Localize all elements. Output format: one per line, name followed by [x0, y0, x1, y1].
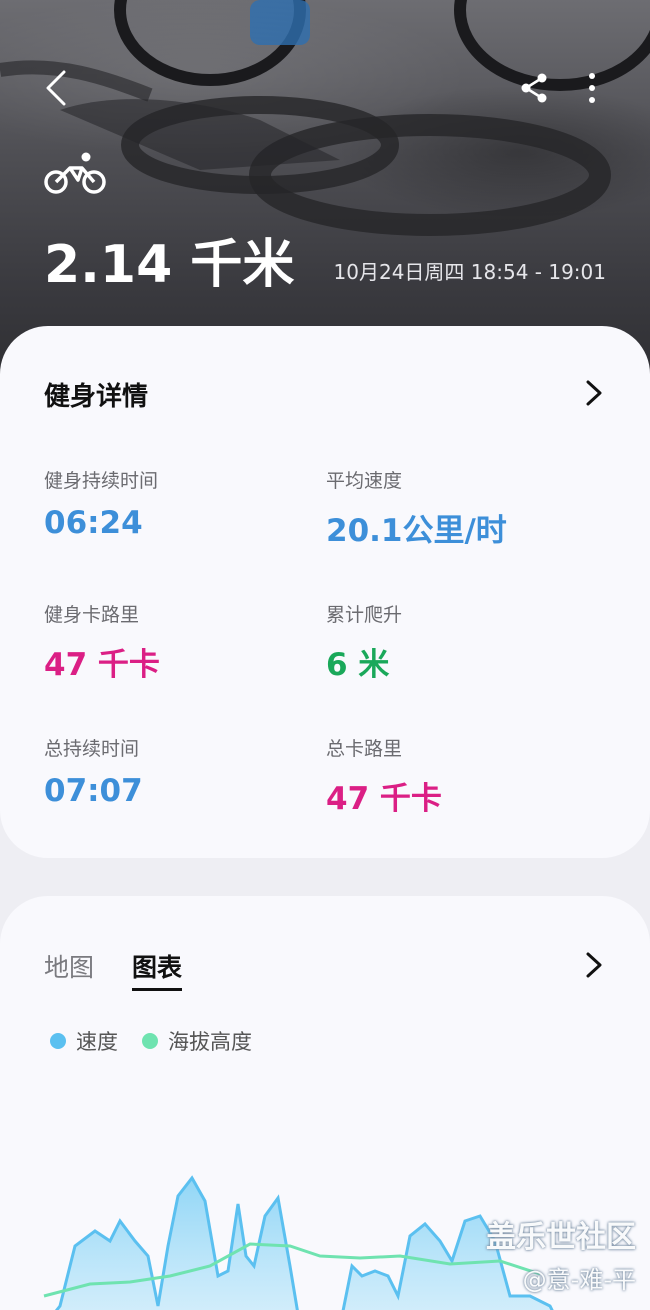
chart-legend: 速度 海拔高度 — [50, 1026, 252, 1056]
stat-elevation-gain: 累计爬升 6 米 — [326, 600, 402, 684]
details-expand-button[interactable] — [582, 378, 606, 408]
stat-label: 平均速度 — [326, 470, 403, 492]
share-button[interactable] — [512, 66, 556, 110]
stat-value: 07:07 — [44, 773, 143, 809]
tab-chart[interactable]: 图表 — [132, 948, 183, 991]
cycling-icon — [44, 152, 106, 194]
more-options-button[interactable] — [576, 66, 608, 110]
stat-label: 健身卡路里 — [44, 604, 140, 626]
stat-value: 47 千卡 — [44, 647, 160, 683]
details-title: 健身详情 — [44, 382, 149, 412]
chart-expand-button[interactable] — [582, 950, 606, 980]
more-icon — [589, 73, 595, 103]
watermark-brand: 盖乐世社区 — [486, 1220, 636, 1255]
back-icon — [46, 70, 66, 106]
stat-label: 总卡路里 — [326, 738, 403, 760]
share-icon — [521, 73, 547, 103]
stat-value: 06:24 — [44, 505, 143, 541]
view-tabs: 地图 图表 — [44, 948, 183, 991]
stat-label: 健身持续时间 — [44, 470, 159, 492]
stat-workout-calories: 健身卡路里 47 千卡 — [44, 600, 160, 684]
speed-area — [54, 1175, 554, 1310]
workout-date-range: 10月24日周四 18:54 - 19:01 — [333, 260, 606, 284]
legend-altitude: 海拔高度 — [168, 1030, 252, 1054]
altitude-legend-dot — [142, 1033, 158, 1049]
hero-banner: 2.14 千米 10月24日周四 18:54 - 19:01 — [0, 0, 650, 380]
back-button[interactable] — [36, 62, 76, 114]
stat-label: 累计爬升 — [326, 604, 403, 626]
tab-map[interactable]: 地图 — [44, 948, 94, 991]
workout-details-card: 健身详情 健身持续时间 06:24 平均速度 20.1公里/时 健身卡路里 47… — [0, 326, 650, 858]
stat-total-duration: 总持续时间 07:07 — [44, 734, 143, 809]
stat-value: 47 千卡 — [326, 781, 442, 817]
chevron-right-icon — [586, 380, 602, 406]
legend-speed: 速度 — [76, 1030, 118, 1054]
stat-workout-duration: 健身持续时间 06:24 — [44, 466, 158, 541]
chevron-right-icon — [586, 952, 602, 978]
stat-average-speed: 平均速度 20.1公里/时 — [326, 466, 507, 550]
stat-label: 总持续时间 — [44, 738, 140, 760]
stat-value: 20.1公里/时 — [326, 513, 507, 549]
stat-value: 6 米 — [326, 647, 390, 683]
speed-legend-dot — [50, 1033, 66, 1049]
total-distance: 2.14 千米 — [44, 235, 295, 295]
stat-total-calories: 总卡路里 47 千卡 — [326, 734, 442, 818]
watermark-user: @意-难-平 — [522, 1266, 636, 1294]
